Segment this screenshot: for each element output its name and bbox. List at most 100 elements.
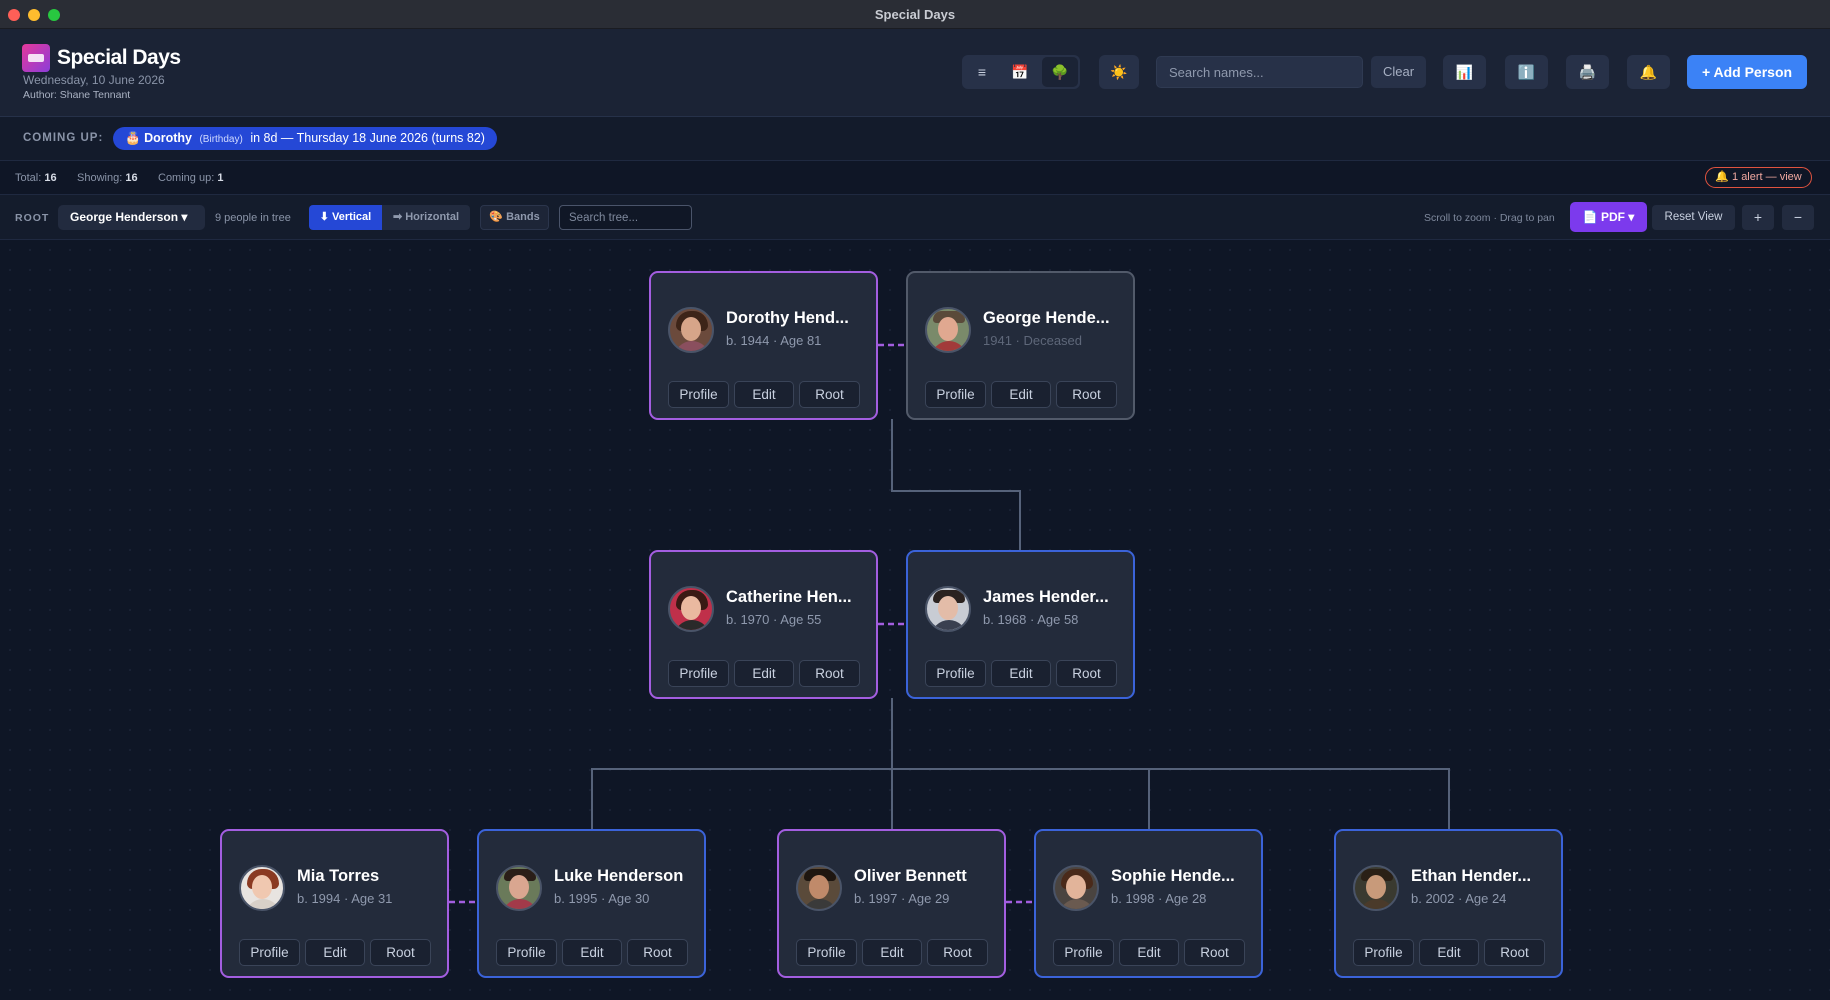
profile-button[interactable]: Profile [925,660,986,687]
person-name: Ethan Hender... [1411,867,1532,885]
profile-button[interactable]: Profile [668,660,729,687]
edit-button[interactable]: Edit [734,660,794,687]
theme-toggle-button[interactable]: ☀️ [1099,55,1139,89]
window-title: Special Days [874,7,956,22]
tree-view-button[interactable]: 🌳 [1042,57,1078,87]
person-card-dorothy[interactable]: Dorothy Hend... b. 1944 · Age 81 Profile… [649,271,878,420]
set-root-button[interactable]: Root [799,660,860,687]
person-card-ethan[interactable]: Ethan Hender... b. 2002 · Age 24 Profile… [1334,829,1563,978]
profile-button[interactable]: Profile [1353,939,1414,966]
parent-child-line [891,419,1021,550]
print-button[interactable]: 🖨️ [1566,55,1609,89]
add-person-button[interactable]: + Add Person [1687,55,1807,89]
app-logo-icon [22,44,50,72]
person-card-catherine[interactable]: Catherine Hen... b. 1970 · Age 55 Profil… [649,550,878,699]
app-header: Special Days Wednesday, 10 June 2026 Aut… [0,29,1830,117]
coming-up-event[interactable]: 🎂 Dorothy (Birthday) in 8d — Thursday 18… [113,127,497,150]
clear-search-button[interactable]: Clear [1371,56,1426,88]
person-meta: b. 1994 · Age 31 [297,891,393,906]
edit-button[interactable]: Edit [991,660,1051,687]
event-type: (Birthday) [199,134,243,145]
avatar [239,865,285,911]
person-name: Catherine Hen... [726,588,852,606]
set-root-button[interactable]: Root [627,939,688,966]
zoom-pan-hint: Scroll to zoom · Drag to pan [1424,212,1555,224]
person-meta: 1941 · Deceased [983,333,1083,348]
profile-button[interactable]: Profile [496,939,557,966]
app-title: Special Days [57,46,181,69]
person-card-george[interactable]: George Hende... 1941 · Deceased Profile … [906,271,1135,420]
set-root-button[interactable]: Root [1056,660,1117,687]
coming-stat: Coming up: 1 [158,172,224,184]
set-root-button[interactable]: Root [1056,381,1117,408]
parent-child-line [591,698,893,829]
zoom-in-button[interactable]: + [1742,205,1774,230]
list-view-button[interactable]: ≡ [964,57,1000,87]
showing-stat: Showing: 16 [77,172,138,184]
profile-button[interactable]: Profile [1053,939,1114,966]
calendar-view-button[interactable]: 📅 [1002,57,1038,87]
avatar [1353,865,1399,911]
edit-button[interactable]: Edit [305,939,365,966]
reset-view-button[interactable]: Reset View [1652,205,1735,230]
person-card-james[interactable]: James Hender... b. 1968 · Age 58 Profile… [906,550,1135,699]
tree-canvas[interactable]: Dorothy Hend... b. 1944 · Age 81 Profile… [0,240,1830,1000]
edit-button[interactable]: Edit [734,381,794,408]
person-meta: b. 1970 · Age 55 [726,612,822,627]
bands-toggle-button[interactable]: 🎨 Bands [480,205,549,230]
profile-button[interactable]: Profile [925,381,986,408]
avatar [1053,865,1099,911]
person-meta: b. 1968 · Age 58 [983,612,1079,627]
avatar [796,865,842,911]
window-titlebar: Special Days [0,0,1830,29]
current-date: Wednesday, 10 June 2026 [23,73,165,87]
notifications-button[interactable]: 🔔 [1627,55,1670,89]
author-label: Author: Shane Tennant [23,89,131,101]
edit-button[interactable]: Edit [862,939,922,966]
info-button[interactable]: ℹ️ [1505,55,1548,89]
cake-icon: 🎂 [125,131,141,145]
avatar [925,307,971,353]
person-card-oliver[interactable]: Oliver Bennett b. 1997 · Age 29 Profile … [777,829,1006,978]
root-select[interactable]: George Henderson ▾ [58,205,205,230]
tree-search-input[interactable] [559,205,692,230]
edit-button[interactable]: Edit [991,381,1051,408]
person-name: Mia Torres [297,867,380,885]
person-card-sophie[interactable]: Sophie Hende... b. 1998 · Age 28 Profile… [1034,829,1263,978]
person-name: Dorothy Hend... [726,309,849,327]
set-root-button[interactable]: Root [1484,939,1545,966]
edit-button[interactable]: Edit [562,939,622,966]
person-name: Oliver Bennett [854,867,967,885]
pdf-export-button[interactable]: 📄 PDF ▾ [1570,202,1647,232]
person-name: Sophie Hende... [1111,867,1235,885]
horizontal-layout-button[interactable]: ➡ Horizontal [382,205,470,230]
person-meta: b. 1997 · Age 29 [854,891,950,906]
profile-button[interactable]: Profile [239,939,300,966]
person-card-luke[interactable]: Luke Henderson b. 1995 · Age 30 Profile … [477,829,706,978]
profile-button[interactable]: Profile [796,939,857,966]
person-name: James Hender... [983,588,1109,606]
parent-child-line [892,768,1450,829]
set-root-button[interactable]: Root [927,939,988,966]
set-root-button[interactable]: Root [370,939,431,966]
set-root-button[interactable]: Root [1184,939,1245,966]
avatar [668,586,714,632]
event-detail: in 8d — Thursday 18 June 2026 (turns 82) [250,131,485,145]
avatar [925,586,971,632]
edit-button[interactable]: Edit [1119,939,1179,966]
vertical-layout-button[interactable]: ⬇ Vertical [309,205,382,230]
set-root-button[interactable]: Root [799,381,860,408]
person-card-mia[interactable]: Mia Torres b. 1994 · Age 31 Profile Edit… [220,829,449,978]
event-person-name: Dorothy [144,131,192,145]
people-count: 9 people in tree [215,212,291,224]
avatar [668,307,714,353]
profile-button[interactable]: Profile [668,381,729,408]
alert-badge[interactable]: 🔔 1 alert — view [1705,167,1812,188]
stats-button[interactable]: 📊 [1443,55,1486,89]
search-names-input[interactable] [1156,56,1363,88]
edit-button[interactable]: Edit [1419,939,1479,966]
root-label: ROOT [15,212,50,224]
tree-toolbar: ROOT George Henderson ▾ 9 people in tree… [0,195,1830,240]
zoom-out-button[interactable]: − [1782,205,1814,230]
avatar [496,865,542,911]
